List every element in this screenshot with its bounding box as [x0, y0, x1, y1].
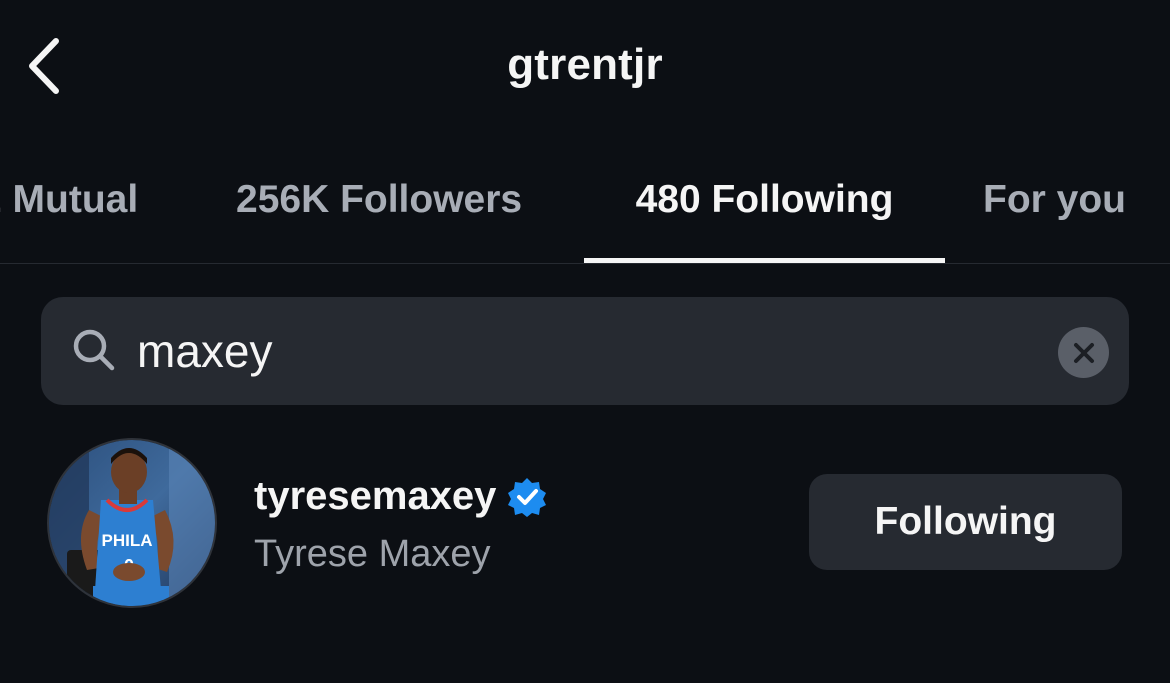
clear-search-button[interactable] [1058, 327, 1109, 378]
tab-followers[interactable]: 256K Followers [236, 168, 522, 264]
profile-photo: PHILA 0 [49, 440, 215, 606]
user-info: tyresemaxey Tyrese Maxey [254, 474, 548, 576]
username[interactable]: tyresemaxey [254, 474, 496, 519]
avatar[interactable]: PHILA 0 [47, 438, 217, 608]
username-line: tyresemaxey [254, 474, 548, 519]
tab-following[interactable]: 480 Following [584, 168, 945, 264]
full-name: Tyrese Maxey [254, 533, 491, 575]
search-bar [41, 297, 1129, 405]
close-icon [1073, 342, 1094, 363]
tab-for-you[interactable]: For you [983, 168, 1126, 264]
verified-badge-icon [508, 477, 547, 517]
search-icon [73, 329, 115, 371]
jersey-text: PHILA [102, 531, 153, 550]
page-title: gtrentjr [507, 40, 663, 89]
user-list-item[interactable]: PHILA 0 tyresemaxey Tyrese Maxey [0, 430, 1170, 620]
tab-mutual[interactable]: 2 Mutual [0, 168, 138, 264]
following-screen: gtrentjr 2 Mutual 256K Followers 480 Fol… [0, 0, 1170, 683]
search-input[interactable] [137, 317, 1017, 385]
tab-bar: 2 Mutual 256K Followers 480 Following Fo… [0, 168, 1170, 264]
following-button[interactable]: Following [809, 474, 1122, 570]
tabs-divider [0, 263, 1170, 264]
